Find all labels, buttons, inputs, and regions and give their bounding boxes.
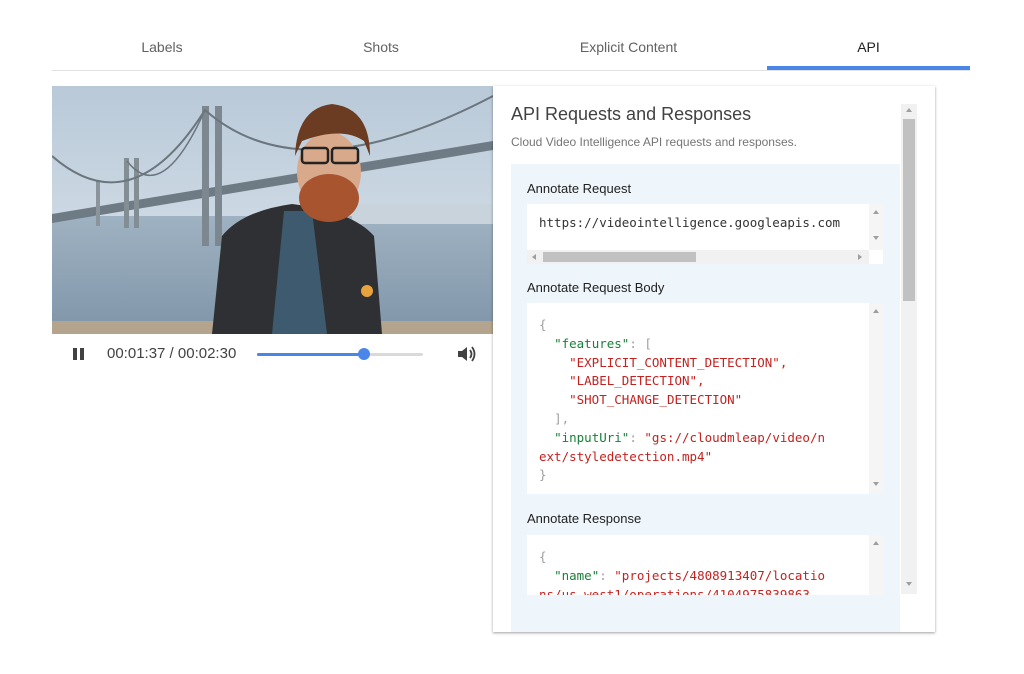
active-tab-indicator <box>767 66 970 70</box>
seek-handle[interactable] <box>358 348 371 360</box>
scroll-up-icon[interactable] <box>906 108 912 112</box>
request-body-code: { "features": [ "EXPLICIT_CONTENT_DETECT… <box>539 317 826 483</box>
video-frame[interactable] <box>52 86 493 334</box>
annotate-response-label: Annotate Response <box>527 511 642 526</box>
annotate-request-label: Annotate Request <box>527 181 632 196</box>
video-thumbnail <box>52 86 493 334</box>
pause-icon[interactable] <box>70 346 86 362</box>
volume-icon[interactable] <box>457 345 477 363</box>
hscroll-thumb[interactable] <box>543 252 696 262</box>
tab-bar: Labels Shots Explicit Content API <box>52 26 970 71</box>
response-box[interactable]: { "name": "projects/4808913407/locatio n… <box>527 535 883 595</box>
request-url-box[interactable]: https://videointelligence.googleapis.com <box>527 204 883 264</box>
panel-scroll-thumb[interactable] <box>903 119 915 301</box>
response-code: { "name": "projects/4808913407/locatio n… <box>539 549 825 595</box>
scroll-right-icon[interactable] <box>858 254 862 260</box>
scroll-down-icon[interactable] <box>906 582 912 586</box>
request-url-hscroll[interactable] <box>527 250 869 264</box>
scroll-up-icon[interactable] <box>873 309 879 313</box>
tab-explicit-content[interactable]: Explicit Content <box>490 26 767 70</box>
request-body-box[interactable]: { "features": [ "EXPLICIT_CONTENT_DETECT… <box>527 303 883 494</box>
panel-title: API Requests and Responses <box>511 104 752 124</box>
tab-shots[interactable]: Shots <box>272 26 490 70</box>
seek-bar-progress <box>257 353 365 356</box>
scroll-down-icon[interactable] <box>873 482 879 486</box>
time-display: 00:01:37 / 00:02:30 <box>107 345 237 362</box>
scroll-left-icon[interactable] <box>532 254 536 260</box>
tab-api[interactable]: API <box>767 26 970 70</box>
response-vscroll[interactable] <box>869 535 883 595</box>
panel-scrollbar[interactable] <box>901 104 917 594</box>
annotate-request-body-label: Annotate Request Body <box>527 280 665 295</box>
panel-subtitle: Cloud Video Intelligence API requests an… <box>511 135 797 149</box>
request-url-vscroll[interactable] <box>869 204 883 250</box>
request-body-vscroll[interactable] <box>869 303 883 494</box>
seek-bar[interactable] <box>257 348 423 360</box>
video-controls: 00:01:37 / 00:02:30 <box>52 334 493 374</box>
scroll-up-icon[interactable] <box>873 210 879 214</box>
api-panel: API Requests and Responses Cloud Video I… <box>493 86 935 632</box>
scroll-down-icon[interactable] <box>873 236 879 240</box>
tab-labels[interactable]: Labels <box>52 26 272 70</box>
request-url: https://videointelligence.googleapis.com <box>539 215 841 230</box>
scroll-up-icon[interactable] <box>873 541 879 545</box>
